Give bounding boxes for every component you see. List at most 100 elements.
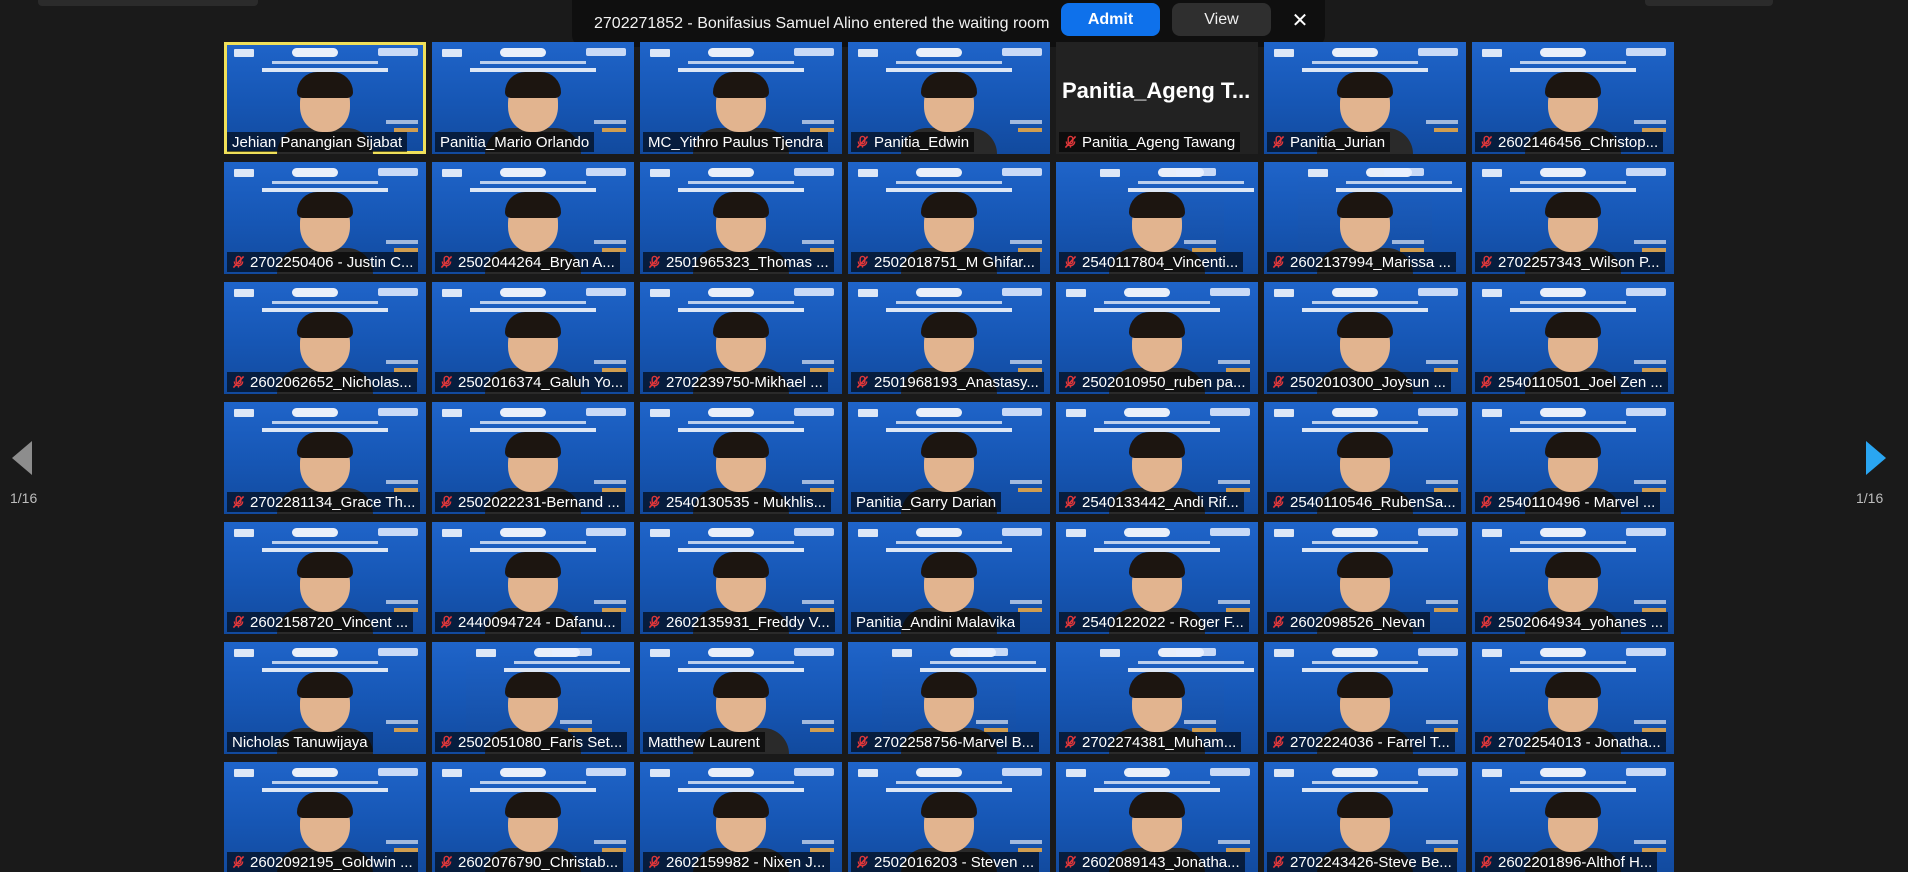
participant-tile[interactable]: Panitia_Garry Darian: [848, 402, 1050, 514]
participant-name-bar: 2540133442_Andi Rif...: [1059, 492, 1244, 512]
participant-tile[interactable]: 2540110496 - Marvel ...: [1472, 402, 1674, 514]
participant-name: 2540117804_Vincenti...: [1082, 253, 1239, 271]
participant-tile[interactable]: 2702281134_Grace Th...: [224, 402, 426, 514]
participant-tile[interactable]: 2702254013 - Jonatha...: [1472, 642, 1674, 754]
participant-tile[interactable]: 2702257343_Wilson P...: [1472, 162, 1674, 274]
participant-tile[interactable]: 2540122022 - Roger F...: [1056, 522, 1258, 634]
participant-name-bar: Panitia_Jurian: [1267, 132, 1391, 152]
participant-name: 2502051080_Faris Set...: [458, 733, 623, 751]
participant-name: 2702274381_Muham...: [1082, 733, 1237, 751]
participant-name: 2502064934_yohanes ...: [1498, 613, 1664, 631]
microphone-muted-icon: [648, 495, 661, 509]
participant-tile[interactable]: 2602098526_Nevan: [1264, 522, 1466, 634]
participant-name-bar: 2602146456_Christop...: [1475, 132, 1664, 152]
participant-tile[interactable]: 2602135931_Freddy V...: [640, 522, 842, 634]
microphone-muted-icon: [1064, 615, 1077, 629]
participant-tile[interactable]: 2702274381_Muham...: [1056, 642, 1258, 754]
participant-tile[interactable]: 2440094724 - Dafanu...: [432, 522, 634, 634]
participant-tile[interactable]: Panitia_Mario Orlando: [432, 42, 634, 154]
participant-name-bar: 2702254013 - Jonatha...: [1475, 732, 1666, 752]
microphone-muted-icon: [856, 135, 869, 149]
participant-tile[interactable]: 2540110546_RubenSa...: [1264, 402, 1466, 514]
participant-name-bar: 2602158720_Vincent ...: [227, 612, 414, 632]
participant-tile[interactable]: 2602062652_Nicholas...: [224, 282, 426, 394]
participant-tile[interactable]: 2540133442_Andi Rif...: [1056, 402, 1258, 514]
microphone-muted-icon: [856, 375, 869, 389]
participant-tile[interactable]: 2502064934_yohanes ...: [1472, 522, 1674, 634]
participant-tile[interactable]: 2540130535 - Mukhlis...: [640, 402, 842, 514]
next-page-arrow-icon[interactable]: [1866, 441, 1886, 475]
gallery-grid: Jehian Panangian Sijabat Panitia_Mario Or…: [224, 42, 1674, 872]
participant-tile[interactable]: Matthew Laurent: [640, 642, 842, 754]
participant-name: 2540130535 - Mukhlis...: [666, 493, 827, 511]
participant-tile[interactable]: 2501965323_Thomas ...: [640, 162, 842, 274]
participant-tile[interactable]: 2602146456_Christop...: [1472, 42, 1674, 154]
participant-tile[interactable]: Panitia_Andini Malavika: [848, 522, 1050, 634]
participant-name-bar: MC_Yithro Paulus Tjendra: [643, 132, 829, 152]
participant-name: 2702224036 - Farrel T...: [1290, 733, 1450, 751]
participant-name-bar: Panitia_Ageng Tawang: [1059, 132, 1241, 152]
participant-tile[interactable]: 2502010300_Joysun ...: [1264, 282, 1466, 394]
participant-tile[interactable]: 2602092195_Goldwin ...: [224, 762, 426, 872]
participant-tile[interactable]: 2702250406 - Justin C...: [224, 162, 426, 274]
participant-tile[interactable]: 2502022231-Bernand ...: [432, 402, 634, 514]
participant-tile[interactable]: Panitia_Edwin: [848, 42, 1050, 154]
participant-name: 2540133442_Andi Rif...: [1082, 493, 1239, 511]
participant-tile[interactable]: 2501968193_Anastasy...: [848, 282, 1050, 394]
participant-tile[interactable]: 2502010950_ruben pa...: [1056, 282, 1258, 394]
view-button[interactable]: View: [1172, 3, 1271, 36]
participant-tile[interactable]: 2540110501_Joel Zen ...: [1472, 282, 1674, 394]
participant-name-bar: 2540110501_Joel Zen ...: [1475, 372, 1668, 392]
participant-tile[interactable]: 2502018751_M Ghifar...: [848, 162, 1050, 274]
participant-tile[interactable]: 2602089143_Jonatha...: [1056, 762, 1258, 872]
admit-button[interactable]: Admit: [1061, 3, 1160, 36]
participant-name-bar: Nicholas Tanuwijaya: [227, 732, 373, 752]
participant-name-bar: 2440094724 - Dafanu...: [435, 612, 621, 632]
participant-name-bar: Matthew Laurent: [643, 732, 765, 752]
participant-tile[interactable]: 2602076790_Christab...: [432, 762, 634, 872]
participant-name: 2602146456_Christop...: [1498, 133, 1659, 151]
participant-tile[interactable]: 2602159982 - Nixen J...: [640, 762, 842, 872]
participant-name-bar: 2602076790_Christab...: [435, 852, 624, 872]
microphone-muted-icon: [232, 375, 245, 389]
participant-name: 2602089143_Jonatha...: [1082, 853, 1240, 871]
participant-name-bar: 2702281134_Grace Th...: [227, 492, 421, 512]
participant-tile[interactable]: 2702258756-Marvel B...: [848, 642, 1050, 754]
participant-name-bar: 2540122022 - Roger F...: [1059, 612, 1249, 632]
microphone-muted-icon: [856, 855, 869, 869]
participant-name: 2602159982 - Nixen J...: [666, 853, 826, 871]
participant-tile[interactable]: Panitia_Ageng T... Panitia_Ageng Tawang: [1056, 42, 1258, 154]
microphone-muted-icon: [648, 855, 661, 869]
participant-tile[interactable]: 2702224036 - Farrel T...: [1264, 642, 1466, 754]
participant-tile[interactable]: Panitia_Jurian: [1264, 42, 1466, 154]
participant-tile[interactable]: 2540117804_Vincenti...: [1056, 162, 1258, 274]
participant-name-bar: 2602135931_Freddy V...: [643, 612, 835, 632]
close-notification-button[interactable]: ✕: [1284, 3, 1316, 36]
participant-tile[interactable]: MC_Yithro Paulus Tjendra: [640, 42, 842, 154]
participant-name-bar: 2602062652_Nicholas...: [227, 372, 417, 392]
participant-name: 2502016203 - Steven ...: [874, 853, 1035, 871]
participant-name: 2702281134_Grace Th...: [250, 493, 416, 511]
participant-name-bar: 2501968193_Anastasy...: [851, 372, 1044, 392]
participant-tile[interactable]: 2602201896-Althof H...: [1472, 762, 1674, 872]
participant-name: 2502018751_M Ghifar...: [874, 253, 1035, 271]
participant-tile[interactable]: 2702239750-Mikhael ...: [640, 282, 842, 394]
participant-tile[interactable]: 2502016203 - Steven ...: [848, 762, 1050, 872]
microphone-muted-icon: [440, 615, 453, 629]
participant-name: 2540110546_RubenSa...: [1290, 493, 1456, 511]
participant-tile[interactable]: 2602158720_Vincent ...: [224, 522, 426, 634]
participant-tile[interactable]: 2502051080_Faris Set...: [432, 642, 634, 754]
participant-tile[interactable]: Nicholas Tanuwijaya: [224, 642, 426, 754]
participant-tile[interactable]: 2502044264_Bryan A...: [432, 162, 634, 274]
participant-name-bar: 2602201896-Althof H...: [1475, 852, 1658, 872]
participant-tile[interactable]: Jehian Panangian Sijabat: [224, 42, 426, 154]
participant-name: 2440094724 - Dafanu...: [458, 613, 616, 631]
participant-tile[interactable]: 2702243426-Steve Be...: [1264, 762, 1466, 872]
microphone-muted-icon: [440, 375, 453, 389]
previous-page-arrow-icon[interactable]: [12, 441, 32, 475]
participant-tile[interactable]: 2602137994_Marissa ...: [1264, 162, 1466, 274]
participant-tile[interactable]: 2502016374_Galuh Yo...: [432, 282, 634, 394]
participant-name: Matthew Laurent: [648, 733, 760, 751]
participant-name: 2702257343_Wilson P...: [1498, 253, 1660, 271]
participant-name-large: Panitia_Ageng T...: [1062, 78, 1251, 103]
